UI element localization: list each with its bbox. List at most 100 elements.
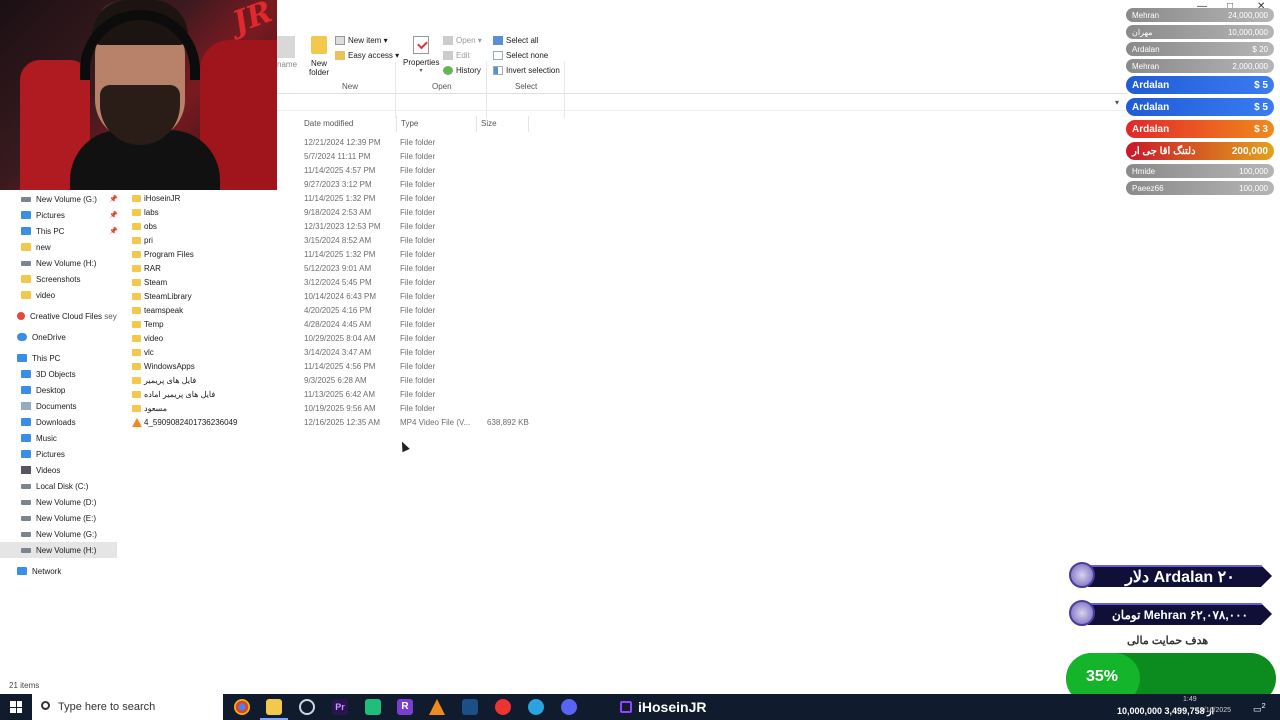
file-type: File folder — [400, 278, 436, 287]
file-name: WindowsApps — [144, 362, 195, 371]
file-type: File folder — [400, 320, 436, 329]
group-label-new: New — [342, 82, 359, 91]
chevron-down-icon[interactable]: ▾ — [1115, 98, 1119, 107]
network-icon — [17, 567, 27, 575]
windows-start-icon[interactable] — [10, 701, 22, 713]
file-row[interactable]: Steam 3/12/2024 5:45 PM File folder — [130, 276, 550, 290]
app-red-icon[interactable] — [495, 699, 511, 715]
nav-item-new[interactable]: new — [21, 239, 51, 255]
nav-item-creative-cloud[interactable]: Creative Cloud Files sey — [17, 308, 117, 324]
nav-item-this-pc[interactable]: This PC — [21, 223, 64, 239]
nav-item-3d-objects[interactable]: 3D Objects — [21, 366, 76, 382]
discord-icon[interactable] — [561, 699, 577, 715]
column-header-type[interactable]: Type — [401, 119, 418, 128]
nav-item-onedrive[interactable]: OneDrive — [17, 329, 66, 345]
file-row[interactable]: pri 3/15/2024 8:52 AM File folder — [130, 234, 550, 248]
file-row[interactable]: 4_5909082401736236049 12/16/2025 12:35 AM… — [130, 416, 550, 430]
nav-item-network[interactable]: Network — [17, 563, 61, 579]
file-name: Program Files — [144, 250, 194, 259]
vlc-icon[interactable] — [429, 699, 445, 715]
desktop-icon — [21, 386, 31, 394]
top-donor-2: Mehran ۶۲,۰۷۸,۰۰۰ تومان — [1066, 598, 1274, 628]
file-row[interactable]: WindowsApps 11/14/2025 4:56 PM File folder — [130, 360, 550, 374]
app-green-icon[interactable] — [365, 699, 381, 715]
donation-item: دلتنگ اقا جی ار 200,000 — [1126, 142, 1274, 160]
telegram-icon[interactable] — [528, 699, 544, 715]
rename-icon[interactable] — [277, 36, 295, 58]
nav-item-pictures-2[interactable]: Pictures — [21, 446, 65, 462]
ribbon: name New folder New item ▾ Easy access ▾… — [277, 28, 1127, 118]
nav-item-new-volume-e[interactable]: New Volume (E:) — [21, 510, 96, 526]
properties-button[interactable]: Properties ▾ — [403, 36, 439, 76]
premiere-icon[interactable]: Pr — [332, 699, 348, 715]
top-donor-1-label: Ardalan ۲۰ دلار — [1088, 565, 1272, 587]
file-name: pri — [144, 236, 153, 245]
history-icon — [443, 66, 453, 75]
donor-name: مهران — [1132, 27, 1153, 37]
file-row[interactable]: فایل های پریمیر 9/3/2025 6:28 AM File fold… — [130, 374, 550, 388]
file-row[interactable]: مسعود 10/19/2025 9:56 AM File folder — [130, 402, 550, 416]
edit-button[interactable]: Edit — [443, 51, 470, 60]
invert-selection-button[interactable]: Invert selection — [493, 66, 560, 75]
nav-item-video[interactable]: video — [21, 287, 55, 303]
select-all-button[interactable]: Select all — [493, 36, 538, 45]
nav-item-this-pc-root[interactable]: This PC — [17, 350, 60, 366]
nav-item-desktop[interactable]: Desktop — [21, 382, 65, 398]
donation-amount: $ 5 — [1254, 101, 1268, 113]
donor-name: Ardalan — [1132, 123, 1170, 135]
nav-item-screenshots[interactable]: Screenshots — [21, 271, 80, 287]
folder-icon — [132, 377, 141, 384]
nav-item-documents[interactable]: Documents — [21, 398, 76, 414]
file-row[interactable]: vlc 3/14/2024 3:47 AM File folder — [130, 346, 550, 360]
open-icon — [443, 36, 453, 45]
folder-icon — [132, 223, 141, 230]
rider-icon[interactable]: R — [397, 699, 413, 715]
steam-icon[interactable] — [462, 699, 478, 715]
file-row[interactable]: Program Files 11/14/2025 1:32 PM File fold… — [130, 248, 550, 262]
chrome-icon[interactable] — [234, 699, 250, 715]
nav-item-downloads[interactable]: Downloads — [21, 414, 76, 430]
file-row[interactable]: iHoseinJR 11/14/2025 1:32 PM File folder — [130, 192, 550, 206]
nav-item-music[interactable]: Music — [21, 430, 57, 446]
nav-item-new-volume-h[interactable]: New Volume (H:) — [21, 255, 96, 271]
column-header-size[interactable]: Size — [481, 119, 497, 128]
nav-item-new-volume-h-selected[interactable]: New Volume (H:) — [0, 542, 117, 558]
history-button[interactable]: History — [443, 66, 481, 75]
open-button[interactable]: Open ▾ — [443, 36, 482, 45]
nav-item-new-volume-g[interactable]: New Volume (G:) — [21, 191, 97, 207]
onedrive-icon — [17, 333, 27, 341]
nav-item-videos[interactable]: Videos — [21, 462, 60, 478]
obs-icon[interactable] — [299, 699, 315, 715]
easy-access-button[interactable]: Easy access ▾ — [335, 51, 399, 60]
select-none-button[interactable]: Select none — [493, 51, 548, 60]
nav-item-new-volume-g-2[interactable]: New Volume (G:) — [21, 526, 97, 542]
file-explorer-icon[interactable] — [266, 699, 282, 715]
address-bar[interactable]: ▾ — [277, 97, 1127, 111]
nav-item-local-disk-c[interactable]: Local Disk (C:) — [21, 478, 88, 494]
file-row[interactable]: Temp 4/28/2024 4:45 AM File folder — [130, 318, 550, 332]
select-none-icon — [493, 51, 503, 60]
file-type: File folder — [400, 152, 436, 161]
column-header-date[interactable]: Date modified — [304, 119, 353, 128]
new-item-button[interactable]: New item ▾ — [335, 36, 388, 45]
taskbar-search[interactable]: Type here to search — [32, 694, 223, 720]
nav-item-pictures[interactable]: Pictures — [21, 207, 65, 223]
file-row[interactable]: obs 12/31/2023 12:53 PM File folder — [130, 220, 550, 234]
file-type: File folder — [400, 404, 436, 413]
file-row[interactable]: video 10/29/2025 8:04 AM File folder — [130, 332, 550, 346]
file-row[interactable]: RAR 5/12/2023 9:01 AM File folder — [130, 262, 550, 276]
folder-icon — [132, 405, 141, 412]
nav-item-new-volume-d[interactable]: New Volume (D:) — [21, 494, 96, 510]
file-date: 12/16/2025 12:35 AM — [304, 418, 381, 427]
notification-icon[interactable]: ▭2 — [1253, 701, 1266, 715]
file-type: File folder — [400, 222, 436, 231]
file-row[interactable]: labs 9/18/2024 2:53 AM File folder — [130, 206, 550, 220]
file-type: File folder — [400, 236, 436, 245]
folder-icon — [132, 279, 141, 286]
file-row[interactable]: teamspeak 4/20/2025 4:16 PM File folder — [130, 304, 550, 318]
file-row[interactable]: فایل های پریمیر اماده 11/13/2025 6:42 AM F… — [130, 388, 550, 402]
file-date: 4/20/2025 4:16 PM — [304, 306, 372, 315]
pictures-icon — [21, 211, 31, 219]
file-row[interactable]: SteamLibrary 10/14/2024 6:43 PM File folde… — [130, 290, 550, 304]
new-folder-button[interactable] — [309, 36, 329, 58]
